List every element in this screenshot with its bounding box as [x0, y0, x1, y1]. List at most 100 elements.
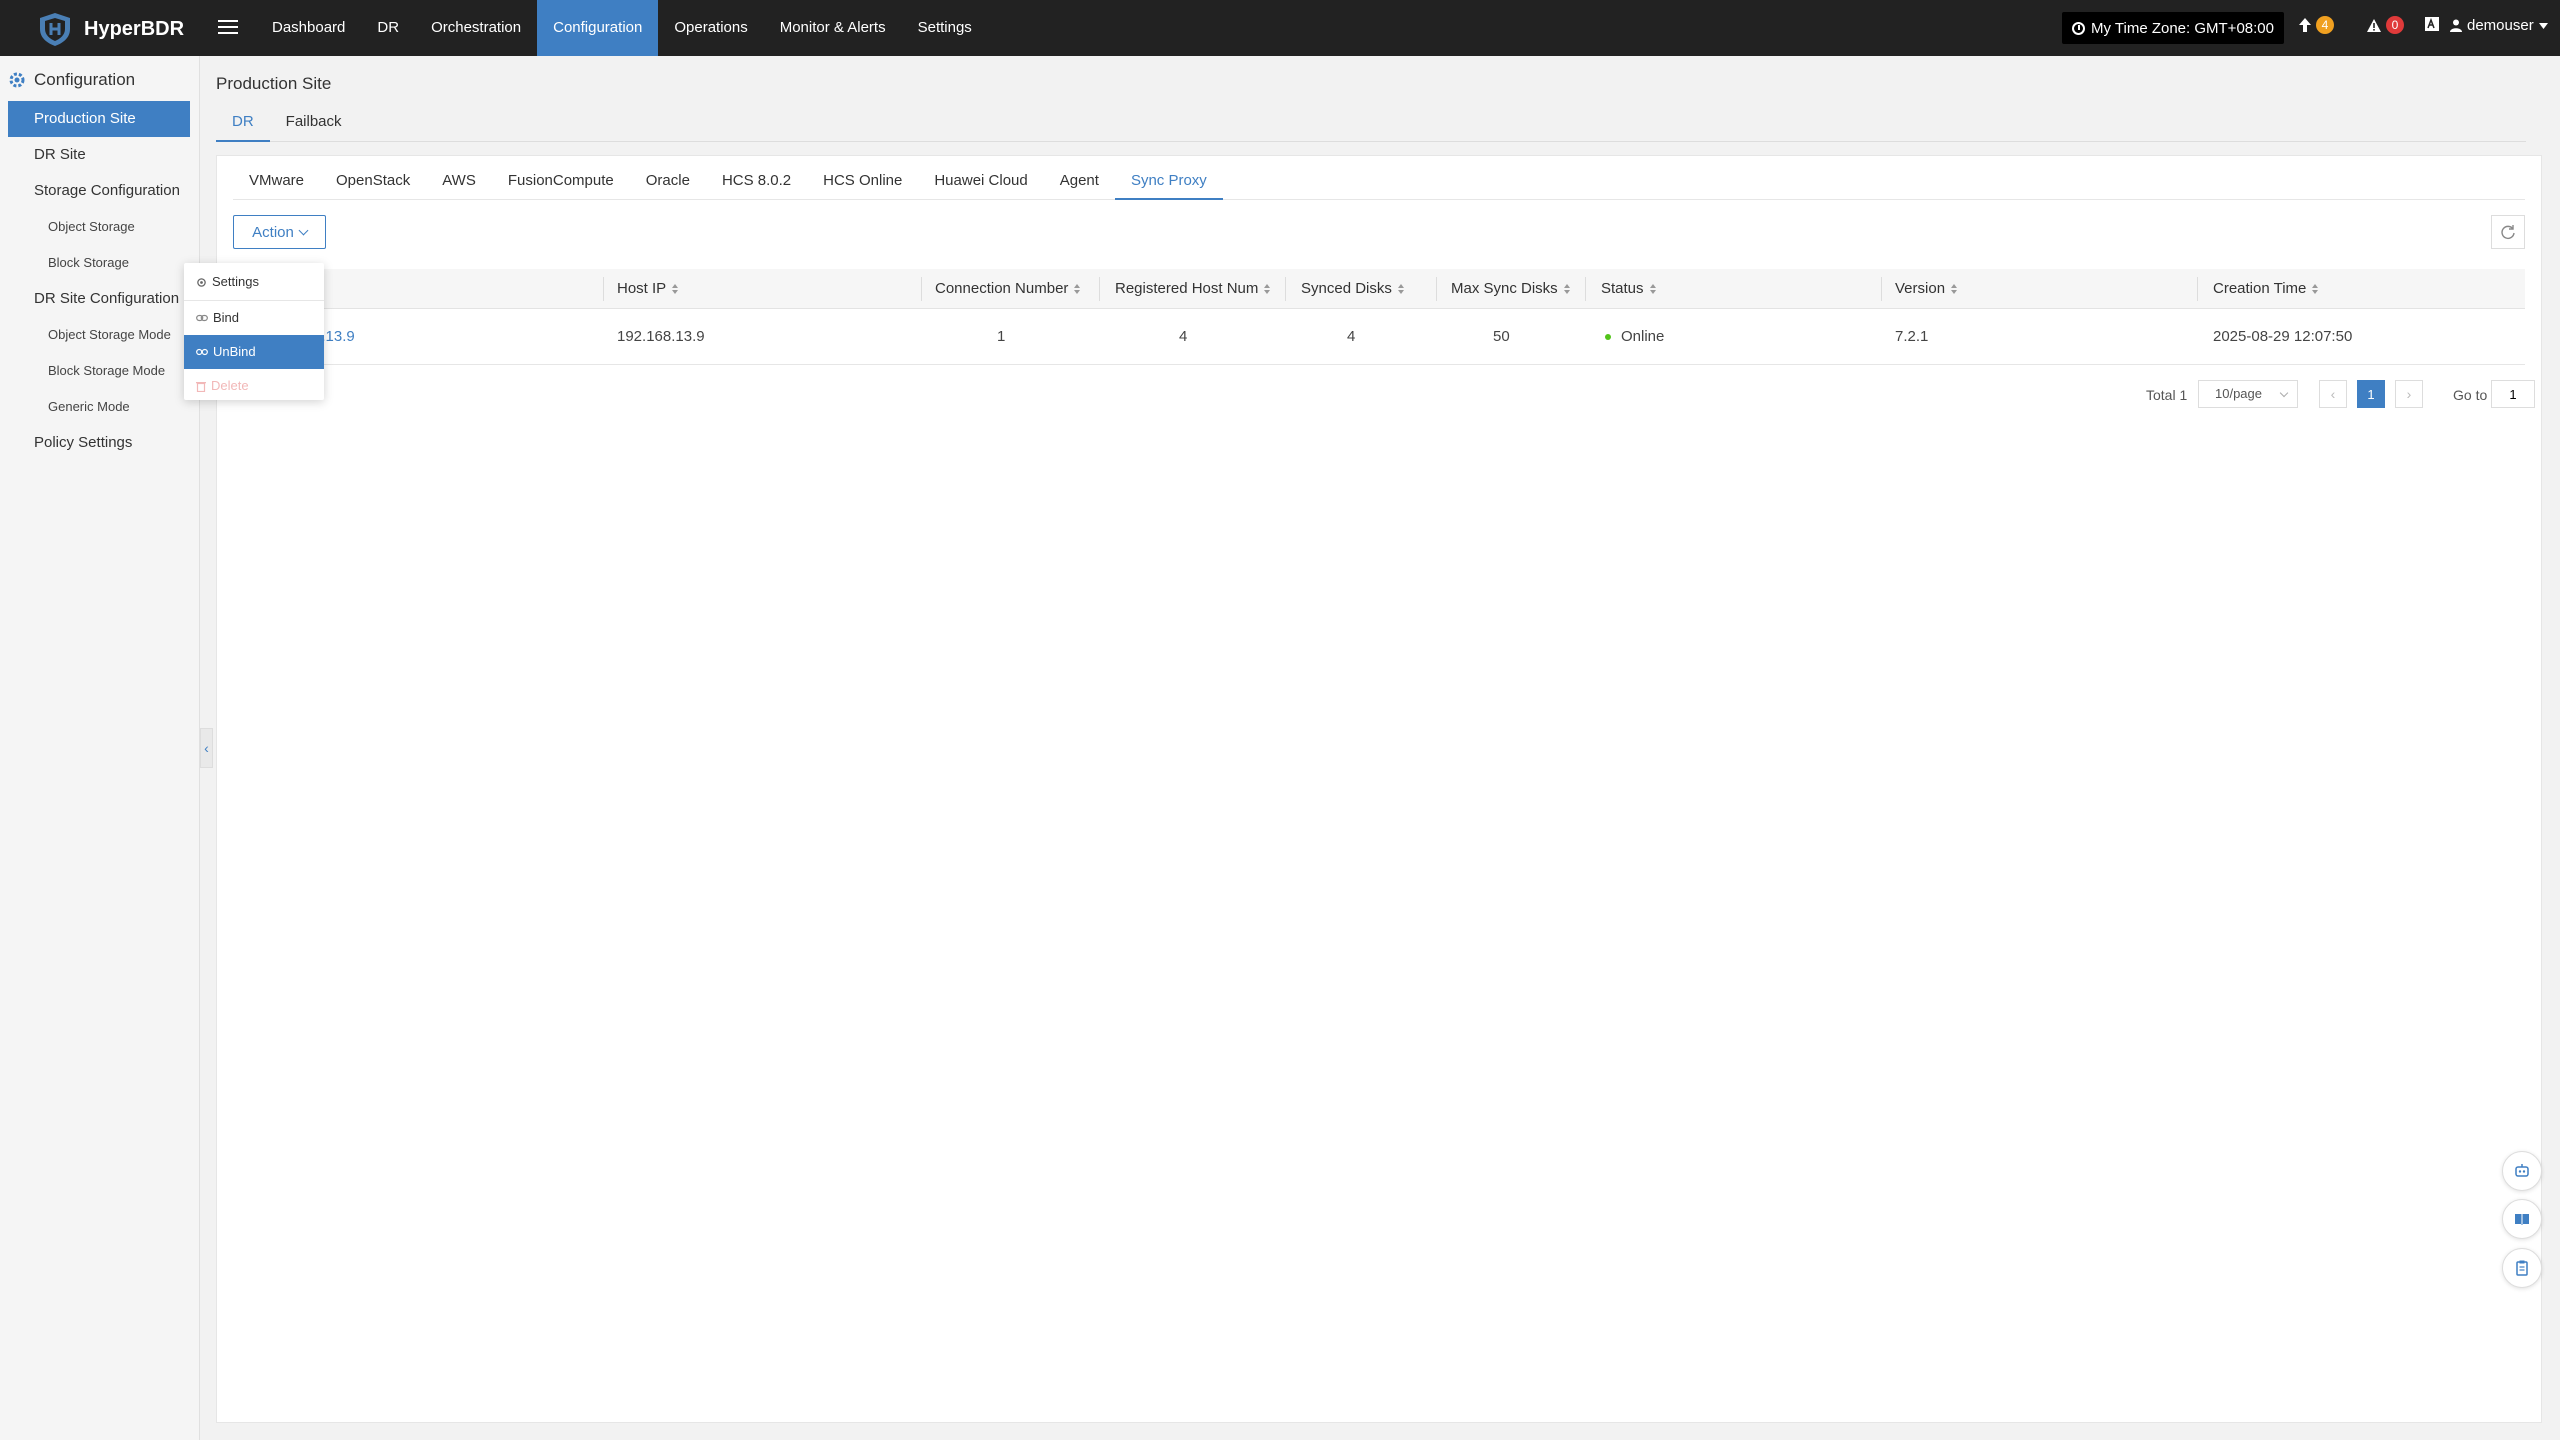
- col-connection-number-label: Connection Number: [935, 280, 1069, 297]
- shield-logo-icon: [40, 13, 70, 46]
- trash-icon: [196, 381, 206, 392]
- tab-hcs-online[interactable]: HCS Online: [807, 166, 918, 200]
- menu-item-unbind[interactable]: UnBind: [184, 335, 324, 369]
- timezone-display[interactable]: My Time Zone: GMT+08:00: [2062, 12, 2284, 44]
- nav-dashboard[interactable]: Dashboard: [256, 0, 361, 56]
- app-logo[interactable]: HyperBDR: [36, 11, 184, 47]
- refresh-button[interactable]: [2491, 215, 2525, 249]
- menu-item-settings[interactable]: Settings: [184, 265, 324, 299]
- col-synced-disks[interactable]: Synced Disks: [1301, 269, 1404, 309]
- col-connection-number[interactable]: Connection Number: [935, 269, 1081, 309]
- col-host-ip[interactable]: Host IP: [617, 269, 679, 309]
- task-list-button[interactable]: [2502, 1248, 2542, 1288]
- sidebar: Configuration Production Site DR Site St…: [0, 56, 200, 1440]
- sidebar-item-block-storage[interactable]: Block Storage: [8, 245, 190, 281]
- row-status-label: Online: [1621, 328, 1665, 345]
- chevron-left-icon: ‹: [204, 740, 209, 756]
- tab-vmware[interactable]: VMware: [233, 166, 320, 200]
- next-page-button[interactable]: ›: [2395, 380, 2423, 408]
- col-host-ip-label: Host IP: [617, 280, 667, 297]
- sort-icon: [1397, 284, 1404, 294]
- action-dropdown-menu: Settings Bind UnBind Delete: [184, 263, 324, 400]
- column-divider: [2197, 277, 2198, 301]
- action-button[interactable]: Action: [233, 215, 326, 249]
- platform-tabs: VMware OpenStack AWS FusionCompute Oracl…: [233, 166, 2525, 200]
- nav-configuration[interactable]: Configuration: [537, 0, 659, 56]
- timezone-label: My Time Zone: GMT+08:00: [2091, 19, 2274, 37]
- sort-icon: [1563, 284, 1570, 294]
- col-max-sync-disks[interactable]: Max Sync Disks: [1451, 269, 1570, 309]
- content-panel: VMware OpenStack AWS FusionCompute Oracl…: [216, 155, 2542, 1423]
- page-title: Production Site: [216, 74, 332, 93]
- column-divider: [1099, 277, 1100, 301]
- alert-notifications[interactable]: 0: [2366, 16, 2404, 34]
- config-gear-icon: [9, 72, 25, 88]
- language-icon[interactable]: [2424, 16, 2440, 32]
- sort-icon: [1649, 284, 1656, 294]
- tab-oracle[interactable]: Oracle: [630, 166, 706, 200]
- tab-hcs-802[interactable]: HCS 8.0.2: [706, 166, 807, 200]
- tab-dr[interactable]: DR: [216, 110, 270, 142]
- sidebar-item-policy-settings[interactable]: Policy Settings: [8, 425, 190, 461]
- nav-settings[interactable]: Settings: [902, 0, 988, 56]
- menu-toggle-icon[interactable]: [216, 16, 240, 40]
- table-row[interactable]: 3.13.9 192.168.13.9 1 4 4 50 Online 7.2.…: [233, 309, 2525, 365]
- sort-icon: [1264, 284, 1271, 294]
- sidebar-item-object-storage[interactable]: Object Storage: [8, 209, 190, 245]
- table-header: Host IP Connection Number Registered Hos…: [233, 269, 2525, 309]
- sidebar-item-object-storage-mode[interactable]: Object Storage Mode: [8, 317, 190, 353]
- col-version[interactable]: Version: [1895, 269, 1958, 309]
- robot-icon: [2515, 1164, 2529, 1177]
- sidebar-collapse-button[interactable]: ‹: [200, 728, 213, 768]
- user-icon: [2450, 19, 2462, 32]
- action-label: Action: [252, 223, 294, 241]
- sidebar-item-generic-mode[interactable]: Generic Mode: [8, 389, 190, 425]
- row-registered-host-num: 4: [1179, 328, 1188, 345]
- tab-failback[interactable]: Failback: [270, 110, 358, 142]
- tab-fusioncompute[interactable]: FusionCompute: [492, 166, 630, 200]
- link-icon: [196, 314, 208, 322]
- sort-icon: [2312, 284, 2319, 294]
- user-menu[interactable]: demouser: [2450, 17, 2548, 34]
- robot-assistant-button[interactable]: [2502, 1151, 2542, 1191]
- sidebar-item-dr-site-configuration[interactable]: DR Site Configuration: [8, 281, 190, 317]
- nav-orchestration[interactable]: Orchestration: [415, 0, 537, 56]
- nav-dr[interactable]: DR: [361, 0, 415, 56]
- tab-aws[interactable]: AWS: [426, 166, 492, 200]
- page-number-current[interactable]: 1: [2357, 380, 2385, 408]
- main-tabs: DR Failback: [216, 110, 2526, 142]
- tab-agent[interactable]: Agent: [1044, 166, 1115, 200]
- column-divider: [1881, 277, 1882, 301]
- menu-item-label: Settings: [212, 274, 259, 289]
- upgrade-count-badge: 4: [2316, 16, 2334, 34]
- nav-operations[interactable]: Operations: [658, 0, 763, 56]
- col-registered-host-num[interactable]: Registered Host Num: [1115, 269, 1271, 309]
- sort-icon: [672, 284, 679, 294]
- column-divider: [1436, 277, 1437, 301]
- row-status: Online: [1605, 309, 1664, 365]
- col-status[interactable]: Status: [1601, 269, 1656, 309]
- tab-huawei-cloud[interactable]: Huawei Cloud: [918, 166, 1043, 200]
- prev-page-button[interactable]: ‹: [2319, 380, 2347, 408]
- clock-icon: [2072, 21, 2085, 35]
- upgrade-notifications[interactable]: 4: [2298, 16, 2334, 34]
- menu-item-label: Bind: [213, 310, 240, 325]
- sidebar-header: Configuration: [8, 70, 135, 90]
- main-nav: Dashboard DR Orchestration Configuration…: [256, 0, 988, 56]
- menu-item-delete[interactable]: Delete: [184, 369, 324, 403]
- row-creation-time: 2025-08-29 12:07:50: [2213, 328, 2353, 345]
- translate-icon: [2425, 17, 2439, 31]
- menu-item-bind[interactable]: Bind: [184, 301, 324, 335]
- tab-openstack[interactable]: OpenStack: [320, 166, 426, 200]
- tab-sync-proxy[interactable]: Sync Proxy: [1114, 166, 1223, 200]
- page-size-select[interactable]: 10/page: [2198, 380, 2298, 408]
- col-creation-time[interactable]: Creation Time: [2213, 269, 2319, 309]
- sort-icon: [1951, 284, 1958, 294]
- sidebar-item-dr-site[interactable]: DR Site: [8, 137, 190, 173]
- sidebar-item-storage-configuration[interactable]: Storage Configuration: [8, 173, 190, 209]
- documentation-button[interactable]: [2502, 1199, 2542, 1239]
- goto-page-input[interactable]: [2491, 380, 2535, 408]
- nav-monitor-alerts[interactable]: Monitor & Alerts: [764, 0, 902, 56]
- sidebar-item-block-storage-mode[interactable]: Block Storage Mode: [8, 353, 190, 389]
- sidebar-item-production-site[interactable]: Production Site: [8, 101, 190, 137]
